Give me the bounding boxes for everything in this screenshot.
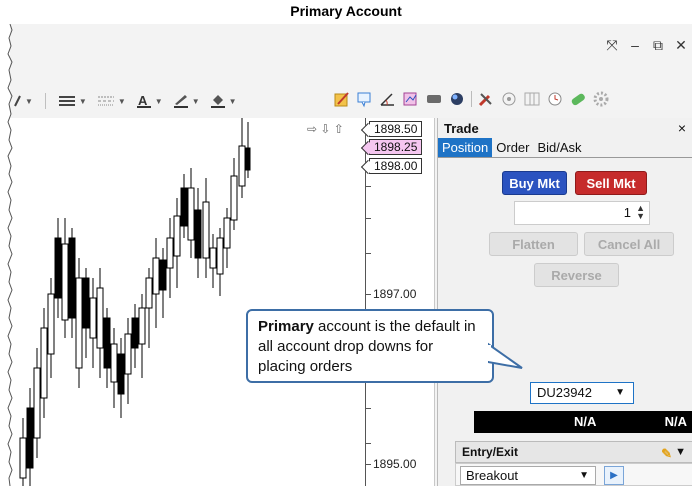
entry-exit-row: Breakout ▼ ▶ xyxy=(455,463,692,486)
crosshair-pencil-icon[interactable] xyxy=(333,90,351,108)
chevron-down-icon: ▼ xyxy=(154,96,163,106)
clock-icon[interactable] xyxy=(546,90,564,108)
chevron-down-icon: ▼ xyxy=(228,96,237,106)
fill-color-dropdown[interactable]: ▼ xyxy=(208,92,239,110)
callout-bold: Primary xyxy=(258,318,314,335)
axis-tick xyxy=(365,218,371,219)
columns-icon[interactable] xyxy=(523,90,541,108)
trade-tabs: Position Order Bid/Ask xyxy=(438,138,692,158)
price-chart[interactable]: ⇨ ⇩ ⇧ 1898.50 1898.25 1898.00 1897.00 18… xyxy=(10,118,435,486)
play-icon[interactable]: ▶ xyxy=(604,466,624,485)
chevron-down-icon: ▼ xyxy=(117,96,126,106)
toolbar-divider xyxy=(471,91,472,107)
torn-edge xyxy=(7,24,13,486)
axis-tick xyxy=(365,294,371,295)
price-label-1897: 1897.00 xyxy=(373,287,417,301)
strategy-dropdown[interactable]: Breakout ▼ xyxy=(460,466,596,485)
chevron-down-icon: ▼ xyxy=(78,96,87,106)
account-dropdown[interactable]: DU23942 ▼ xyxy=(530,382,634,404)
line-color-dropdown[interactable]: ▼ xyxy=(171,92,202,110)
callout-pointer xyxy=(488,342,523,369)
price-label-1895: 1895.00 xyxy=(373,457,417,471)
line-weight-dropdown[interactable]: ▼ xyxy=(56,92,89,110)
price-axis: 1898.50 1898.25 1898.00 1897.00 1895.00 xyxy=(365,118,434,486)
scroll-arrows[interactable]: ⇨ ⇩ ⇧ xyxy=(307,122,344,136)
quantity-value: 1 xyxy=(623,205,631,220)
chevron-down-icon: ▼ xyxy=(579,470,589,481)
strategy-value: Breakout xyxy=(466,468,519,483)
price-tag-ask: 1898.50 xyxy=(369,121,423,137)
window-controls: ⤧ – ⧉ ✕ xyxy=(605,38,688,52)
angle-measure-icon[interactable] xyxy=(379,90,397,108)
trade-panel: Trade × Position Order Bid/Ask Buy Mkt S… xyxy=(437,118,692,486)
globe-icon[interactable] xyxy=(448,90,466,108)
spinner-icon[interactable]: ▲ ▼ xyxy=(636,204,645,221)
price-tag-bid: 1898.00 xyxy=(369,158,423,174)
close-icon[interactable]: × xyxy=(678,120,686,136)
fullscreen-icon[interactable]: ⤧ xyxy=(605,38,619,52)
line-style-dropdown[interactable]: ▼ xyxy=(95,92,128,110)
reverse-button[interactable]: Reverse xyxy=(534,263,619,287)
paint-bucket-icon xyxy=(210,95,225,108)
account-value: DU23942 xyxy=(537,385,592,400)
position-value: N/A xyxy=(574,414,597,429)
minimize-icon[interactable]: – xyxy=(628,38,642,52)
position-status-bar: N/A N/A xyxy=(474,411,692,433)
axis-tick xyxy=(365,186,371,187)
text-color-icon: A xyxy=(136,93,151,108)
line-color-icon xyxy=(173,95,188,108)
trade-panel-title: Trade xyxy=(444,120,479,136)
chart-window: ⤧ – ⧉ ✕ ▼ ▼ ▼ A ▼ ▼ ▼ ⇨ ⇩ ⇧ 1898.50 1898… xyxy=(10,24,692,486)
cancel-all-button[interactable]: Cancel All xyxy=(584,232,674,256)
trade-panel-header: Trade × xyxy=(438,118,692,138)
restore-icon[interactable]: ⧉ xyxy=(651,38,665,52)
entry-exit-title: Entry/Exit xyxy=(462,445,519,459)
line-style-icon xyxy=(97,96,114,106)
entry-exit-header[interactable]: Entry/Exit ✎ ▼ xyxy=(455,441,692,463)
link-icon[interactable] xyxy=(569,90,587,108)
svg-text:A: A xyxy=(138,93,148,108)
axis-tick xyxy=(365,253,371,254)
sell-market-button[interactable]: Sell Mkt xyxy=(575,171,647,195)
axis-tick xyxy=(365,443,371,444)
chevron-down-icon[interactable]: ▼ xyxy=(675,442,686,462)
pnl-value: N/A xyxy=(664,414,687,429)
flatten-button[interactable]: Flatten xyxy=(489,232,578,256)
axis-line xyxy=(365,118,366,486)
tab-position[interactable]: Position xyxy=(438,138,493,157)
chart-toolbar: ▼ ▼ ▼ A ▼ ▼ ▼ xyxy=(10,88,692,114)
annotation-icon[interactable] xyxy=(356,90,374,108)
chevron-down-icon: ▼ xyxy=(25,96,33,106)
pencil-icon[interactable]: ✎ xyxy=(661,444,672,464)
candlestick-series xyxy=(19,118,251,486)
callout-tooltip: Primary account is the default in all ac… xyxy=(246,309,494,383)
chart-style-icon[interactable] xyxy=(402,90,420,108)
buy-market-button[interactable]: Buy Mkt xyxy=(502,171,567,195)
axis-tick xyxy=(365,464,371,465)
page-title: Primary Account xyxy=(290,3,402,19)
close-icon[interactable]: ✕ xyxy=(674,38,688,52)
axis-tick xyxy=(365,408,371,409)
chat-icon[interactable] xyxy=(425,90,443,108)
tools-icon[interactable] xyxy=(477,90,495,108)
toolbar-divider xyxy=(44,93,46,109)
tab-order[interactable]: Order xyxy=(492,138,533,157)
line-weight-icon xyxy=(58,96,75,106)
settings-gear-icon[interactable] xyxy=(592,90,610,108)
tab-bid-ask[interactable]: Bid/Ask xyxy=(533,138,585,157)
chevron-down-icon: ▼ xyxy=(615,387,625,398)
text-color-dropdown[interactable]: A ▼ xyxy=(134,92,165,110)
quantity-stepper[interactable]: 1 ▲ ▼ xyxy=(514,201,650,225)
chevron-down-icon: ▼ xyxy=(191,96,200,106)
price-tag-last: 1898.25 xyxy=(369,139,423,155)
pause-icon[interactable] xyxy=(500,90,518,108)
